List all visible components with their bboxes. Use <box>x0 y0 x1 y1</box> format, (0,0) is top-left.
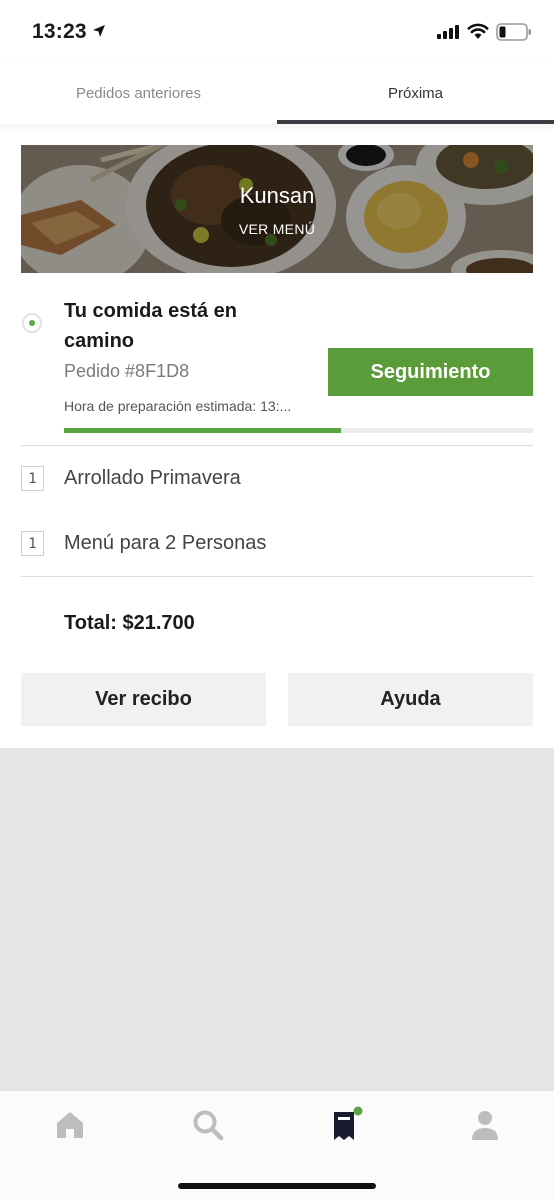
notification-badge <box>353 1106 363 1116</box>
home-icon <box>57 1112 83 1138</box>
nav-search[interactable] <box>188 1107 228 1143</box>
item-quantity: 1 <box>21 531 44 556</box>
status-indicator-icon <box>22 313 42 333</box>
track-order-button[interactable]: Seguimiento <box>328 348 533 396</box>
item-name: Arrollado Primavera <box>64 467 241 489</box>
order-status-title: Tu comida está en camino <box>64 300 238 352</box>
tab-pedidos-anteriores[interactable]: Pedidos anteriores <box>0 62 277 124</box>
tab-proxima[interactable]: Próxima <box>277 62 554 124</box>
order-total: Total: $21.700 <box>64 612 195 634</box>
order-id: Pedido #8F1D8 <box>64 361 190 381</box>
order-tabs: Pedidos anteriores Próxima <box>0 62 554 124</box>
restaurant-name: Kunsan <box>239 183 315 208</box>
item-quantity: 1 <box>21 466 44 491</box>
home-indicator <box>178 1183 376 1189</box>
order-progress-fill <box>64 428 341 433</box>
banner-overlay <box>21 145 533 273</box>
empty-content-area <box>0 748 554 1090</box>
account-icon <box>472 1111 498 1140</box>
nav-orders[interactable] <box>326 1106 366 1143</box>
view-receipt-button[interactable]: Ver recibo <box>21 673 266 726</box>
help-button[interactable]: Ayuda <box>288 673 533 726</box>
order-progress-bar <box>64 428 533 433</box>
nav-home[interactable] <box>50 1107 90 1143</box>
signal-icon <box>437 25 459 39</box>
estimated-prep-time: Hora de preparación estimada: 13:... <box>64 398 292 414</box>
nav-account[interactable] <box>465 1107 505 1143</box>
status-time: 13:23 <box>32 20 87 43</box>
search-icon <box>193 1110 224 1141</box>
status-bar: 13:23 <box>0 0 554 62</box>
battery-icon <box>496 23 531 41</box>
wifi-icon <box>467 23 489 39</box>
orders-icon <box>334 1106 363 1140</box>
view-menu-link[interactable]: VER MENÚ <box>21 221 533 237</box>
restaurant-banner[interactable]: Kunsan VER MENÚ <box>21 145 533 273</box>
location-arrow-icon <box>93 25 105 37</box>
app-root: 13:23 Pedidos anteriores Próxima Kunsan … <box>0 0 554 1200</box>
item-name: Menú para 2 Personas <box>64 532 267 554</box>
divider <box>21 576 533 577</box>
divider <box>21 445 533 446</box>
